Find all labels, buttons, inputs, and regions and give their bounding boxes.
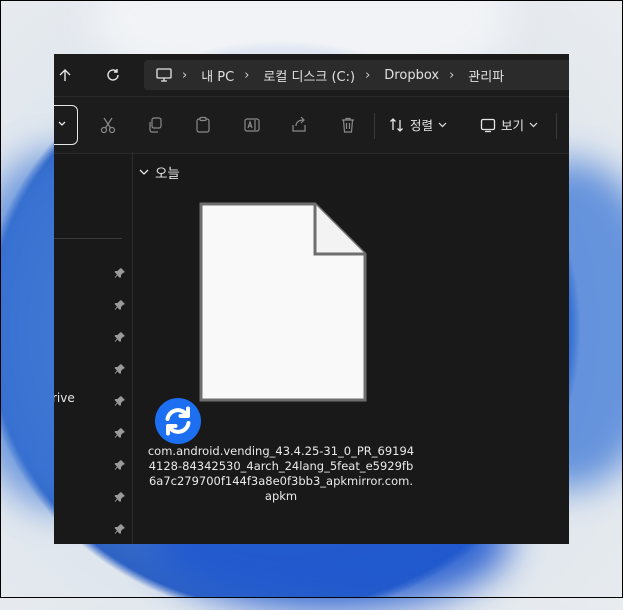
address-bar[interactable]: › 내 PC › 로컬 디스크 (C:) › Dropbox › 관리파 (144, 60, 569, 90)
sort-label: 정렬 (410, 118, 434, 133)
chevron-right-icon: › (182, 67, 188, 83)
refresh-icon[interactable] (100, 62, 126, 88)
share-icon[interactable] (288, 114, 310, 136)
navigation-pane: rive (54, 152, 133, 544)
file-icon (199, 202, 367, 402)
breadcrumb-dropbox[interactable]: Dropbox (384, 68, 439, 83)
breadcrumb-this-pc[interactable]: 내 PC (201, 66, 234, 85)
file-list-pane: 오늘 com.android.vending_43.4.25-31_0_PR_6… (133, 152, 569, 544)
file-name-label: com.android.vending_43.4.25-31_0_PR_6919… (147, 444, 415, 503)
delete-icon[interactable] (337, 114, 359, 136)
copy-icon[interactable] (144, 114, 166, 136)
pin-icon[interactable] (114, 328, 126, 342)
pin-icon[interactable] (114, 488, 126, 502)
pin-icon[interactable] (114, 264, 126, 278)
chevron-right-icon[interactable]: › (244, 68, 249, 83)
chevron-down-icon (438, 122, 447, 127)
pin-icon[interactable] (114, 456, 126, 470)
breadcrumb-local-disk[interactable]: 로컬 디스크 (C:) (263, 66, 355, 85)
pin-icon[interactable] (114, 296, 126, 310)
sort-button[interactable]: 정렬 (389, 115, 447, 134)
paste-icon[interactable] (192, 114, 214, 136)
rename-icon[interactable] (241, 114, 263, 136)
pin-icon[interactable] (114, 360, 126, 374)
sync-icon (155, 398, 201, 444)
group-label: 오늘 (155, 166, 180, 182)
toolbar-divider (556, 113, 557, 139)
cut-icon[interactable] (97, 114, 119, 136)
this-pc-icon (156, 68, 172, 82)
new-button[interactable] (54, 105, 78, 145)
chevron-down-icon (139, 169, 149, 175)
sidebar-divider (54, 238, 122, 239)
navigation-bar: › 내 PC › 로컬 디스크 (C:) › Dropbox › 관리파 (54, 54, 569, 96)
pin-icon[interactable] (114, 424, 126, 438)
pin-icon[interactable] (114, 520, 126, 534)
command-bar: 정렬 보기 (54, 96, 569, 154)
view-label: 보기 (501, 118, 525, 133)
chevron-right-icon[interactable]: › (449, 68, 454, 83)
file-explorer-window: › 내 PC › 로컬 디스크 (C:) › Dropbox › 관리파 정렬 … (54, 54, 569, 544)
chevron-right-icon[interactable]: › (365, 68, 370, 83)
up-arrow-icon[interactable] (54, 62, 78, 88)
sidebar-item-onedrive[interactable]: rive (54, 391, 75, 405)
breadcrumb-current-folder[interactable]: 관리파 (468, 66, 504, 85)
toolbar-divider (374, 113, 375, 139)
view-icon (480, 118, 496, 132)
sort-icon (390, 117, 403, 132)
view-button[interactable]: 보기 (480, 115, 538, 134)
chevron-down-icon (529, 122, 538, 127)
pin-icon[interactable] (114, 392, 126, 406)
group-header-today[interactable]: 오늘 (139, 162, 180, 182)
